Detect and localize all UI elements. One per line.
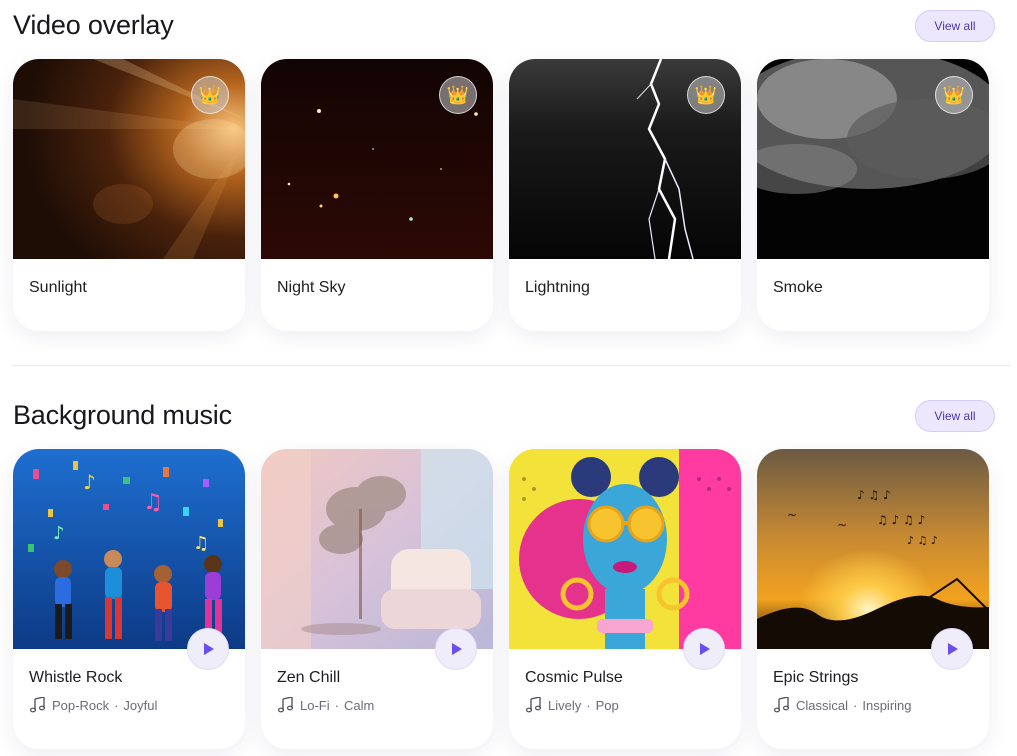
overlay-card-title: Night Sky	[277, 279, 346, 296]
play-icon	[948, 643, 958, 655]
video-overlay-title: Video overlay	[13, 10, 174, 40]
section-divider	[12, 365, 1011, 366]
crown-icon: 👑	[191, 76, 229, 114]
overlay-card-night-sky[interactable]: 👑 Night Sky	[261, 59, 493, 331]
overlay-card-smoke[interactable]: 👑 Smoke	[757, 59, 989, 331]
background-music-section: Background music View all ♪ ♫ ♪ ♫ Whistl…	[0, 390, 1017, 756]
music-notes-icon	[29, 697, 46, 713]
svg-text:♪: ♪	[83, 470, 96, 494]
svg-text:♪: ♪	[53, 523, 65, 544]
music-notes-icon	[525, 697, 542, 713]
play-icon	[452, 643, 462, 655]
music-card-epic-strings[interactable]: ♪ ♫ ♪ ♫ ♪ ♫ ♪ ♪ ♫ ♪ ~ ~ Epic Strings Cla…	[757, 449, 989, 749]
crown-icon: 👑	[439, 76, 477, 114]
music-card-title: Zen Chill	[277, 669, 341, 686]
music-notes-icon	[773, 697, 790, 713]
play-icon	[204, 643, 214, 655]
music-notes-icon	[277, 697, 294, 713]
music-card-tags: Lively · Pop	[525, 697, 619, 713]
overlay-card-title: Smoke	[773, 279, 823, 296]
play-button[interactable]	[435, 628, 477, 670]
overlay-card-sunlight[interactable]: 👑 Sunlight	[13, 59, 245, 331]
music-card-cosmic-pulse[interactable]: Cosmic Pulse Lively · Pop	[509, 449, 741, 749]
music-card-tags: Lo-Fi · Calm	[277, 697, 374, 713]
svg-text:♫: ♫	[143, 490, 163, 515]
play-button[interactable]	[931, 628, 973, 670]
crown-icon: 👑	[935, 76, 973, 114]
music-genre-tag: Pop-Rock	[52, 697, 110, 713]
music-mood-tag: Joyful	[123, 697, 158, 713]
svg-text:~: ~	[837, 518, 847, 532]
music-genre-tag: Lo-Fi	[300, 697, 330, 713]
overlay-card-title: Lightning	[525, 279, 590, 296]
music-card-tags: Pop-Rock · Joyful	[29, 697, 157, 713]
background-music-view-all-button[interactable]: View all	[915, 400, 995, 432]
music-genre-tag: Classical	[796, 697, 849, 713]
music-card-title: Epic Strings	[773, 669, 859, 686]
music-card-tags: Classical · Inspiring	[773, 697, 912, 713]
svg-text:♪ ♫ ♪: ♪ ♫ ♪	[907, 534, 938, 547]
music-genre-tag: Lively	[548, 697, 582, 713]
music-card-title: Whistle Rock	[29, 669, 123, 686]
music-mood-tag: Inspiring	[862, 697, 912, 713]
music-cover-image: ♪ ♫ ♪ ♫	[13, 449, 245, 649]
play-button[interactable]	[187, 628, 229, 670]
overlay-card-title: Sunlight	[29, 279, 87, 296]
music-cover-image	[261, 449, 493, 649]
play-button[interactable]	[683, 628, 725, 670]
svg-text:♫: ♫	[193, 533, 209, 554]
svg-text:♪ ♫ ♪: ♪ ♫ ♪	[857, 488, 891, 502]
music-mood-tag: Calm	[343, 697, 375, 713]
music-mood-tag: Pop	[595, 697, 619, 713]
music-card-zen-chill[interactable]: Zen Chill Lo-Fi · Calm	[261, 449, 493, 749]
crown-icon: 👑	[687, 76, 725, 114]
svg-text:~: ~	[787, 508, 797, 522]
background-music-title: Background music	[13, 400, 232, 430]
video-overlay-view-all-button[interactable]: View all	[915, 10, 995, 42]
play-icon	[700, 643, 710, 655]
music-cover-image	[509, 449, 741, 649]
music-card-whistle-rock[interactable]: ♪ ♫ ♪ ♫ Whistle Rock Pop-Rock · Joyful	[13, 449, 245, 749]
overlay-card-lightning[interactable]: 👑 Lightning	[509, 59, 741, 331]
svg-text:♫ ♪ ♫ ♪: ♫ ♪ ♫ ♪	[877, 513, 925, 527]
music-cover-image: ♪ ♫ ♪ ♫ ♪ ♫ ♪ ♪ ♫ ♪ ~ ~	[757, 449, 989, 649]
video-overlay-section: Video overlay View all 👑 Sunlight 👑 Nigh…	[0, 0, 1017, 365]
music-card-title: Cosmic Pulse	[525, 669, 623, 686]
